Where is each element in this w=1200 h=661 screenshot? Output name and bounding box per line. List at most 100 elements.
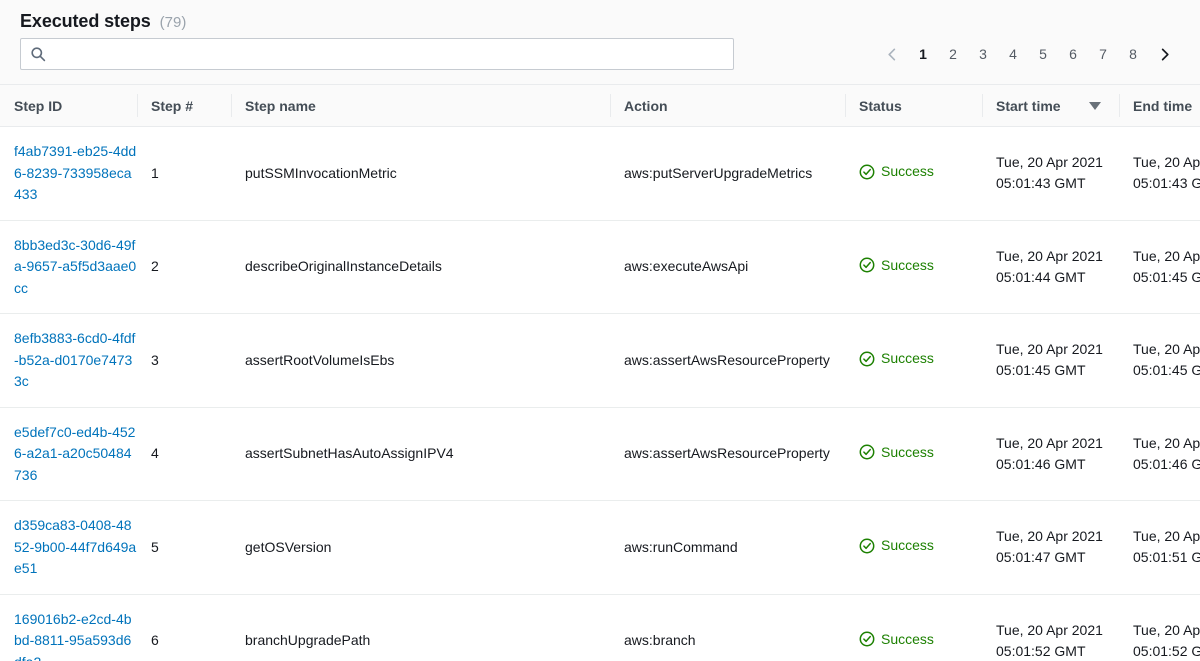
status-label: Success [881, 163, 934, 179]
table-row[interactable]: d359ca83-0408-4852-9b00-44f7d649ae51 5 g… [0, 500, 1200, 595]
cell-end-time: Tue, 20 Apr 2021 05:01:45 GMT [1119, 220, 1200, 314]
end-date: Tue, 20 Apr 2021 [1133, 154, 1200, 171]
step-id-link[interactable]: 8bb3ed3c-30d6-49fa-9657-a5f5d3aae0cc [14, 235, 137, 300]
status-badge: Success [859, 535, 934, 556]
page-title: Executed steps [20, 11, 151, 31]
page-button-6[interactable]: 6 [1058, 39, 1088, 69]
column-header-label: Step # [151, 97, 194, 114]
page-button-3[interactable]: 3 [968, 39, 998, 69]
cell-action: aws:runCommand [610, 500, 845, 595]
cell-step-name: putSSMInvocationMetric [231, 126, 610, 221]
cell-step-id: 8efb3883-6cd0-4fdf-b52a-d0170e74733c [0, 313, 137, 408]
panel-top-area: Executed steps (79) 1 2 3 4 5 6 7 8 [0, 0, 1200, 85]
cell-step-name: branchUpgradePath [231, 594, 610, 661]
search-input[interactable] [20, 38, 734, 70]
table-body: f4ab7391-eb25-4dd6-8239-733958eca433 1 p… [0, 126, 1200, 661]
page-button-5[interactable]: 5 [1028, 39, 1058, 69]
success-check-icon [859, 257, 875, 273]
table-row[interactable]: 8bb3ed3c-30d6-49fa-9657-a5f5d3aae0cc 2 d… [0, 220, 1200, 314]
cell-end-time: Tue, 20 Apr 2021 05:01:46 GMT [1119, 407, 1200, 501]
cell-step-number: 6 [137, 594, 231, 661]
column-header-step-name[interactable]: Step name [231, 85, 610, 127]
table-row[interactable]: 169016b2-e2cd-4bbd-8811-95a593d6dfa2 6 b… [0, 594, 1200, 661]
pagination: 1 2 3 4 5 6 7 8 [876, 39, 1180, 69]
chevron-left-icon [887, 48, 895, 60]
page-button-4[interactable]: 4 [998, 39, 1028, 69]
previous-page-button[interactable] [876, 39, 908, 69]
start-time: 05:01:52 GMT [996, 642, 1086, 659]
column-header-status[interactable]: Status [845, 85, 982, 127]
start-time: 05:01:44 GMT [996, 268, 1086, 285]
page-button-8[interactable]: 8 [1118, 39, 1148, 69]
cell-step-number: 4 [137, 407, 231, 501]
column-divider [231, 94, 232, 117]
cell-action: aws:assertAwsResourceProperty [610, 407, 845, 501]
status-badge: Success [859, 255, 934, 276]
item-count: (79) [159, 14, 187, 31]
table-row[interactable]: f4ab7391-eb25-4dd6-8239-733958eca433 1 p… [0, 126, 1200, 221]
column-header-label: Step name [245, 97, 316, 114]
status-label: Success [881, 630, 934, 647]
status-badge: Success [859, 629, 934, 650]
step-id-link[interactable]: 8efb3883-6cd0-4fdf-b52a-d0170e74733c [14, 328, 137, 393]
column-header-end-time[interactable]: End time [1119, 85, 1200, 127]
step-id-link[interactable]: e5def7c0-ed4b-4526-a2a1-a20c50484736 [14, 422, 137, 487]
end-time: 05:01:45 GMT [1133, 268, 1200, 285]
step-id-link[interactable]: d359ca83-0408-4852-9b00-44f7d649ae51 [14, 515, 137, 580]
cell-step-id: f4ab7391-eb25-4dd6-8239-733958eca433 [0, 126, 137, 221]
column-header-label: End time [1133, 97, 1193, 114]
column-divider [610, 94, 611, 117]
cell-start-time: Tue, 20 Apr 2021 05:01:43 GMT [982, 126, 1119, 221]
page-button-2[interactable]: 2 [938, 39, 968, 69]
status-label: Success [881, 443, 934, 460]
cell-step-number: 5 [137, 500, 231, 595]
cell-step-number: 2 [137, 220, 231, 314]
table-row[interactable]: e5def7c0-ed4b-4526-a2a1-a20c50484736 4 a… [0, 407, 1200, 501]
cell-action: aws:executeAwsApi [610, 220, 845, 314]
status-badge: Success [859, 442, 934, 463]
page-button-1[interactable]: 1 [908, 39, 938, 69]
end-date: Tue, 20 Apr 2021 [1133, 341, 1200, 358]
cell-status: Success [845, 126, 982, 221]
column-header-step-number[interactable]: Step # [137, 85, 231, 127]
status-badge: Success [859, 161, 934, 182]
start-date: Tue, 20 Apr 2021 [996, 247, 1103, 264]
table-tools-row: 1 2 3 4 5 6 7 8 [0, 30, 1200, 84]
column-header-label: Step ID [14, 97, 63, 114]
step-id-link[interactable]: f4ab7391-eb25-4dd6-8239-733958eca433 [14, 141, 137, 206]
next-page-button[interactable] [1148, 39, 1180, 69]
cell-status: Success [845, 594, 982, 661]
sort-descending-icon[interactable] [1088, 101, 1101, 110]
column-divider [845, 94, 846, 117]
table-row[interactable]: 8efb3883-6cd0-4fdf-b52a-d0170e74733c 3 a… [0, 313, 1200, 408]
cell-step-number: 3 [137, 313, 231, 408]
search-container [20, 38, 734, 70]
column-divider [982, 94, 983, 117]
column-header-start-time[interactable]: Start time [982, 85, 1119, 127]
column-header-label: Action [624, 97, 668, 114]
executed-steps-panel: Executed steps (79) 1 2 3 4 5 6 7 8 Step… [0, 0, 1200, 661]
success-check-icon [859, 351, 875, 366]
cell-step-number: 1 [137, 126, 231, 221]
end-date: Tue, 20 Apr 2021 [1133, 247, 1200, 264]
end-time: 05:01:43 GMT [1133, 175, 1200, 192]
column-header-step-id[interactable]: Step ID [0, 85, 137, 127]
status-label: Success [881, 256, 934, 273]
column-header-label: Status [859, 97, 902, 114]
success-check-icon [859, 164, 875, 179]
cell-action: aws:putServerUpgradeMetrics [610, 126, 845, 221]
success-check-icon [859, 631, 875, 647]
page-button-7[interactable]: 7 [1088, 39, 1118, 69]
cell-step-name: getOSVersion [231, 500, 610, 595]
cell-status: Success [845, 220, 982, 314]
cell-step-name: describeOriginalInstanceDetails [231, 220, 610, 314]
step-id-link[interactable]: 169016b2-e2cd-4bbd-8811-95a593d6dfa2 [14, 609, 137, 661]
end-date: Tue, 20 Apr 2021 [1133, 621, 1200, 638]
status-badge: Success [859, 348, 934, 369]
start-date: Tue, 20 Apr 2021 [996, 434, 1103, 451]
start-time: 05:01:46 GMT [996, 455, 1086, 472]
table-header-row: Step ID Step # Step name Action Status S… [0, 85, 1200, 127]
cell-end-time: Tue, 20 Apr 2021 05:01:45 GMT [1119, 313, 1200, 408]
column-divider [137, 94, 138, 117]
column-header-action[interactable]: Action [610, 85, 845, 127]
